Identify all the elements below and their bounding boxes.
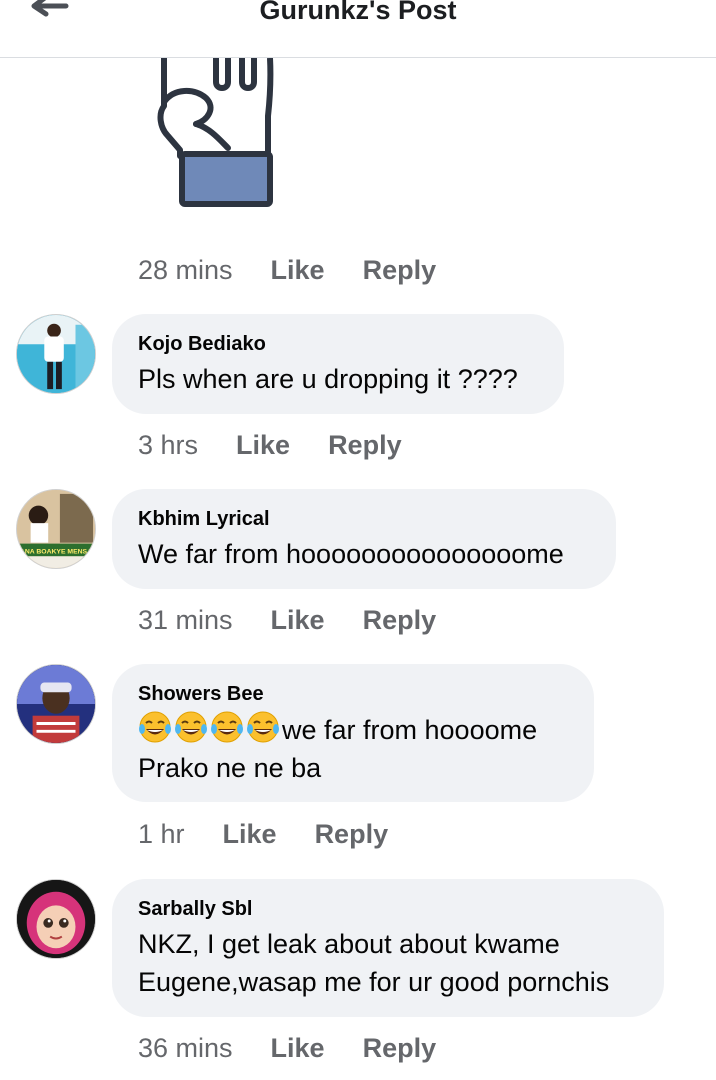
raised-fist-sticker [157, 58, 274, 207]
comment-author[interactable]: Kojo Bediako [138, 332, 538, 356]
comment-text: Pls when are u dropping it ???? [138, 364, 518, 394]
comment-bubble[interactable]: Kojo Bediako Pls when are u dropping it … [112, 314, 564, 414]
comment-meta: 28 mins Like Reply [138, 250, 436, 290]
comment-text-line: Eugene,wasap me for ur good pornchis [138, 967, 610, 997]
comment-text-line: we far from hoooome [282, 715, 538, 745]
comment-bubble[interactable]: Kbhim Lyrical We far from hooooooooooooo… [112, 489, 616, 589]
tears-of-joy-emoji [139, 711, 171, 743]
comment-text: we far from hoooome [138, 710, 568, 749]
like-button[interactable]: Like [223, 819, 277, 850]
post-header: Gurunkz's Post [0, 0, 716, 58]
avatar-image [17, 665, 95, 743]
timestamp: 3 hrs [138, 429, 199, 460]
comment-author[interactable]: Sarbally Sbl [138, 897, 638, 921]
page-title: Gurunkz's Post [259, 0, 457, 25]
like-button[interactable]: Like [271, 1033, 325, 1064]
like-button[interactable]: Like [236, 430, 290, 461]
timestamp: 1 hr [138, 818, 185, 849]
reply-button[interactable]: Reply [328, 430, 402, 461]
avatar[interactable] [16, 664, 96, 744]
tears-of-joy-emoji [175, 711, 207, 743]
reply-button[interactable]: Reply [363, 605, 437, 636]
like-button[interactable]: Like [271, 605, 325, 636]
emoji-group [138, 710, 280, 744]
comment-bubble[interactable]: Showers Bee we far from hoooome Prako ne… [112, 664, 594, 802]
comment-text-line: Prako ne ne ba [138, 753, 322, 783]
comment-text: We far from hooooooooooooooome [138, 539, 564, 569]
avatar[interactable] [16, 314, 96, 394]
comment-author[interactable]: Showers Bee [138, 682, 568, 706]
reply-button[interactable]: Reply [315, 819, 389, 850]
comment-bubble[interactable]: Sarbally Sbl NKZ, I get leak about about… [112, 879, 664, 1017]
reply-button[interactable]: Reply [363, 255, 437, 286]
timestamp: 36 mins [138, 1032, 233, 1063]
comment-meta: 36 mins Like Reply [138, 1028, 436, 1068]
timestamp: 28 mins [138, 254, 233, 285]
avatar-caption: ANA BOAKYE MENSA [20, 548, 92, 555]
avatar-image [17, 315, 95, 393]
comment-author[interactable]: Kbhim Lyrical [138, 507, 590, 531]
comment-meta: 31 mins Like Reply [138, 600, 436, 640]
avatar[interactable]: ANA BOAKYE MENSA [16, 489, 96, 569]
tears-of-joy-emoji [247, 711, 279, 743]
avatar[interactable] [16, 879, 96, 959]
like-button[interactable]: Like [271, 255, 325, 286]
tears-of-joy-emoji [211, 711, 243, 743]
reply-button[interactable]: Reply [363, 1033, 437, 1064]
avatar-image: ANA BOAKYE MENSA [17, 490, 95, 568]
timestamp: 31 mins [138, 604, 233, 635]
comment-text-line: NKZ, I get leak about about kwame [138, 929, 560, 959]
comment-meta: 3 hrs Like Reply [138, 425, 402, 465]
comment-meta: 1 hr Like Reply [138, 814, 388, 854]
avatar-image [17, 880, 95, 958]
